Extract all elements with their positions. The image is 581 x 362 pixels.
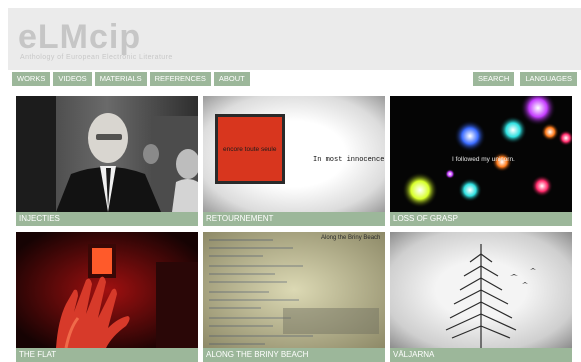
nav-left-group: WORKS VIDEOS MATERIALS REFERENCES ABOUT [12, 72, 253, 86]
work-caption[interactable]: THE FLAT [16, 348, 198, 362]
nav-works[interactable]: WORKS [12, 72, 51, 86]
site-logo[interactable]: eLMcip [18, 20, 141, 54]
valjarna-image [445, 244, 536, 348]
work-thumbnail[interactable] [390, 232, 572, 348]
work-tile-valjarna[interactable]: VÄLJARNA [390, 232, 572, 362]
retournement-overlay-left: encore toute seule [223, 146, 277, 153]
work-caption[interactable]: ALONG THE BRINY BEACH [203, 348, 385, 362]
retournement-image [215, 114, 285, 184]
retournement-overlay-right: In most innocence [313, 156, 385, 164]
work-tile-retournement[interactable]: encore toute seule In most innocence RET… [203, 96, 385, 226]
nav-languages[interactable]: LANGUAGES [520, 72, 577, 86]
nav-search[interactable]: SEARCH [473, 72, 515, 86]
work-caption[interactable]: LOSS OF GRASP [390, 212, 572, 226]
nav-references[interactable]: REFERENCES [149, 72, 211, 86]
loss-of-grasp-overlay: I followed my unicorn. [452, 156, 515, 163]
work-tile-the-flat[interactable]: THE FLAT [16, 232, 198, 362]
main-nav: WORKS VIDEOS MATERIALS REFERENCES ABOUT … [8, 70, 581, 88]
work-thumbnail[interactable] [16, 232, 198, 349]
nav-about[interactable]: ABOUT [213, 72, 250, 86]
nav-videos[interactable]: VIDEOS [53, 72, 92, 86]
work-thumbnail[interactable]: encore toute seule In most innocence [203, 96, 385, 212]
work-caption[interactable]: RETOURNEMENT [203, 212, 385, 226]
nav-right-group: SEARCH LANGUAGES [467, 72, 577, 86]
injecties-image [16, 96, 198, 212]
work-tile-loss-of-grasp[interactable]: I followed my unicorn. LOSS OF GRASP [390, 96, 572, 226]
work-tile-along-the-briny-beach[interactable]: Along the Briny Beach ALONG THE BRINY BE… [203, 232, 385, 362]
work-thumbnail[interactable]: I followed my unicorn. [390, 96, 572, 212]
work-caption[interactable]: VÄLJARNA [390, 348, 572, 362]
work-tile-injecties[interactable]: INJECTIES [16, 96, 198, 226]
site-tagline: Anthology of European Electronic Literat… [20, 54, 173, 61]
work-caption[interactable]: INJECTIES [16, 212, 198, 226]
nav-materials[interactable]: MATERIALS [94, 72, 147, 86]
loss-of-grasp-image [402, 96, 572, 208]
briny-beach-image [203, 232, 385, 348]
briny-beach-title: Along the Briny Beach [321, 235, 381, 241]
work-thumbnail[interactable] [16, 96, 198, 212]
work-thumbnail[interactable]: Along the Briny Beach [203, 232, 385, 348]
site-header: eLMcip Anthology of European Electronic … [8, 8, 581, 70]
the-flat-image [16, 232, 198, 349]
